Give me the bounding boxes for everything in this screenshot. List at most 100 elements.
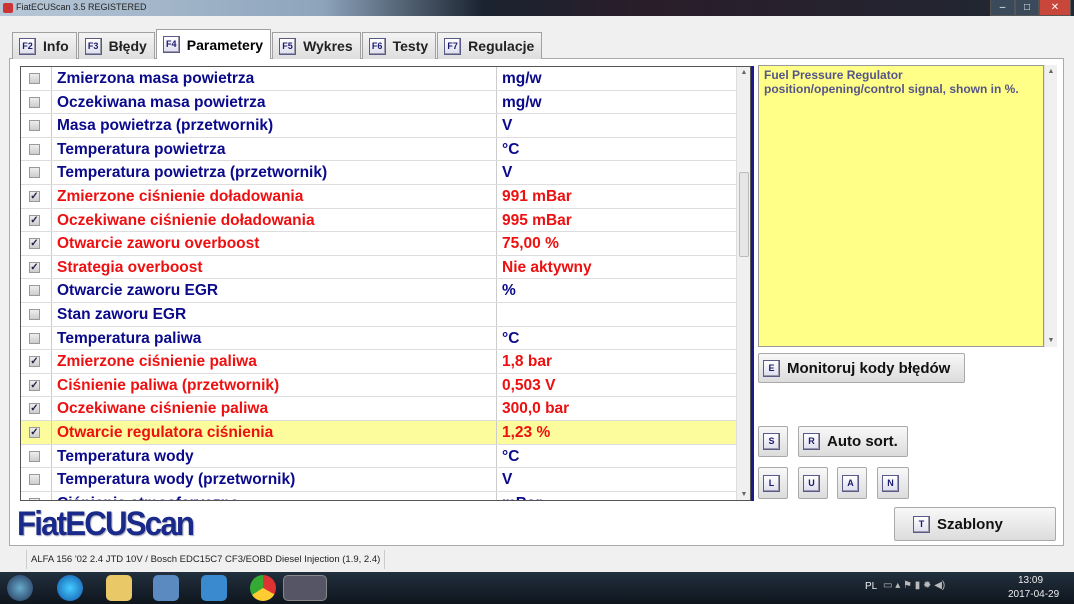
table-row[interactable]: ✓ Strategia overboost Nie aktywny xyxy=(21,255,737,280)
l-button[interactable]: L xyxy=(758,467,788,499)
parameter-name: Zmierzone ciśnienie paliwa xyxy=(51,350,496,373)
parameter-value: V xyxy=(496,468,737,491)
table-row[interactable]: Stan zaworu EGR xyxy=(21,303,737,327)
close-button[interactable]: ✕ xyxy=(1039,0,1071,16)
clock-date[interactable]: 2017-04-29 xyxy=(1008,589,1059,600)
table-row[interactable]: Zmierzona masa powietrza mg/w xyxy=(21,67,737,91)
parameter-name: Otwarcie zaworu overboost xyxy=(51,232,496,255)
tab-wykres[interactable]: F5 Wykres xyxy=(272,32,361,59)
parameter-name: Temperatura paliwa xyxy=(51,326,496,350)
u-button[interactable]: U xyxy=(798,467,828,499)
start-button[interactable] xyxy=(7,575,33,601)
fiatecuscan-taskbar-icon[interactable] xyxy=(283,575,327,601)
language-indicator[interactable]: PL xyxy=(865,581,877,592)
maximize-button[interactable]: □ xyxy=(1015,0,1039,16)
tab-testy[interactable]: F6 Testy xyxy=(361,32,437,59)
row-checkbox[interactable] xyxy=(29,167,40,179)
tray-icons[interactable]: ▭ ▴ ⚑ ▮ ✹ ◀) xyxy=(883,580,945,591)
table-row[interactable]: ✓ Oczekiwane ciśnienie paliwa 300,0 bar xyxy=(21,397,737,421)
row-checkbox[interactable] xyxy=(29,474,40,486)
table-row[interactable]: Temperatura powietrza (przetwornik) V xyxy=(21,161,737,185)
table-row[interactable]: ✓ Zmierzone ciśnienie paliwa 1,8 bar xyxy=(21,350,737,374)
scroll-thumb[interactable] xyxy=(739,172,749,257)
table-row[interactable]: Otwarcie zaworu EGR% xyxy=(21,279,737,303)
row-checkbox[interactable] xyxy=(29,120,40,132)
row-checkbox[interactable] xyxy=(29,450,40,462)
tab-info[interactable]: F2 Info xyxy=(12,32,77,59)
minimize-button[interactable]: – xyxy=(990,0,1015,16)
table-row[interactable]: Temperatura paliwa °C xyxy=(21,326,737,351)
chrome-icon[interactable] xyxy=(250,575,276,601)
monitor-error-codes-button[interactable]: E Monitoruj kody błędów xyxy=(758,353,965,383)
key-badge: F3 xyxy=(84,37,102,55)
row-checkbox[interactable]: ✓ xyxy=(29,356,40,368)
key-badge: F4 xyxy=(162,36,180,53)
parameter-value: % xyxy=(496,279,737,302)
parameter-value: 995 mBar xyxy=(496,208,737,232)
parameter-name: Otwarcie zaworu EGR xyxy=(51,279,496,302)
table-row[interactable]: ✓ Zmierzone ciśnienie doładowania 991 mBar xyxy=(21,185,737,209)
parameter-name: Otwarcie regulatora ciśnienia xyxy=(51,421,496,444)
parameter-name: Temperatura powietrza (przetwornik) xyxy=(51,161,496,184)
table-row[interactable]: Ciśnienie atmosferycznemBar xyxy=(21,491,737,500)
row-checkbox[interactable]: ✓ xyxy=(29,403,40,415)
tab-bdy[interactable]: F3 Błędy xyxy=(77,32,155,59)
row-checkbox[interactable]: ✓ xyxy=(29,214,40,226)
auto-sort-button[interactable]: R Auto sort. xyxy=(798,426,908,457)
description-scrollbar[interactable]: ▲ ▼ xyxy=(1044,65,1057,347)
scroll-up-icon[interactable]: ▲ xyxy=(1045,68,1057,75)
tab-parametery[interactable]: F4 Parametery xyxy=(155,29,272,59)
parameter-name: Oczekiwane ciśnienie doładowania xyxy=(51,208,496,232)
scroll-down-icon[interactable]: ▼ xyxy=(737,491,750,498)
table-row[interactable]: ✓ Ciśnienie paliwa (przetwornik) 0,503 V xyxy=(21,373,737,398)
row-checkbox[interactable]: ✓ xyxy=(29,261,40,273)
key-badge: L xyxy=(763,474,780,492)
app-shortcut-icon[interactable] xyxy=(153,575,179,601)
parameter-value: 1,23 % xyxy=(496,421,737,444)
media-player-icon[interactable] xyxy=(201,575,227,601)
internet-explorer-icon[interactable] xyxy=(57,575,83,601)
row-checkbox[interactable]: ✓ xyxy=(29,427,40,438)
parameter-name: Oczekiwane ciśnienie paliwa xyxy=(51,397,496,420)
table-row[interactable]: Temperatura wody (przetwornik) V xyxy=(21,468,737,492)
row-checkbox[interactable] xyxy=(29,497,40,500)
splitter[interactable] xyxy=(751,66,754,501)
table-row[interactable]: Temperatura powietrza °C xyxy=(21,137,737,162)
scroll-down-icon[interactable]: ▼ xyxy=(1045,337,1057,344)
row-checkbox[interactable]: ✓ xyxy=(29,238,40,250)
row-checkbox[interactable] xyxy=(29,73,40,84)
file-explorer-icon[interactable] xyxy=(106,575,132,601)
tab-regulacje[interactable]: F7 Regulacje xyxy=(437,32,543,59)
parameter-value: 75,00 % xyxy=(496,232,737,255)
parameter-name: Temperatura powietrza xyxy=(51,137,496,161)
tab-label: Parametery xyxy=(186,36,264,53)
window-title: FiatECUScan 3.5 REGISTERED xyxy=(16,2,147,12)
row-checkbox[interactable]: ✓ xyxy=(29,379,40,391)
button-label: Auto sort. xyxy=(827,433,898,450)
table-row[interactable]: ✓ Otwarcie zaworu overboost 75,00 % xyxy=(21,232,737,256)
row-checkbox[interactable] xyxy=(29,143,40,155)
parameter-value: 300,0 bar xyxy=(496,397,737,420)
parameter-value: mg/w xyxy=(496,67,737,90)
table-row[interactable]: Temperatura wody °C xyxy=(21,444,737,469)
s-button[interactable]: S xyxy=(758,426,788,457)
row-checkbox[interactable] xyxy=(29,285,40,297)
key-badge: F7 xyxy=(444,37,462,55)
parameter-value: °C xyxy=(496,444,737,468)
clock-time[interactable]: 13:09 xyxy=(1018,575,1043,586)
n-button[interactable]: N xyxy=(877,467,909,499)
scroll-up-icon[interactable]: ▲ xyxy=(737,69,750,76)
parameter-value: °C xyxy=(496,137,737,161)
table-row[interactable]: Masa powietrza (przetwornik) V xyxy=(21,114,737,138)
row-checkbox[interactable]: ✓ xyxy=(29,191,40,202)
row-checkbox[interactable] xyxy=(29,309,40,320)
key-badge: R xyxy=(803,433,820,450)
table-row[interactable]: Oczekiwana masa powietrza mg/w xyxy=(21,90,737,115)
table-row[interactable]: ✓ Otwarcie regulatora ciśnienia 1,23 % xyxy=(21,421,737,445)
row-checkbox[interactable] xyxy=(29,96,40,108)
templates-button[interactable]: T Szablony xyxy=(894,507,1056,541)
table-scrollbar[interactable]: ▲ ▼ xyxy=(736,67,750,500)
row-checkbox[interactable] xyxy=(29,332,40,344)
table-row[interactable]: ✓ Oczekiwane ciśnienie doładowania 995 mBa… xyxy=(21,208,737,233)
a-button[interactable]: A xyxy=(837,467,867,499)
